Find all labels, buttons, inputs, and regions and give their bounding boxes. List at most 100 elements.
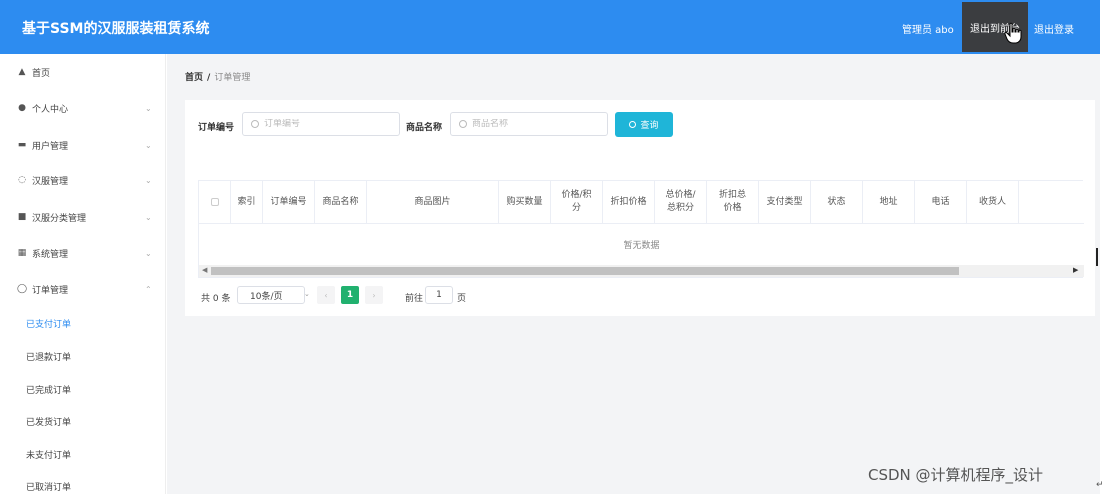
product-name-input[interactable]	[472, 119, 592, 129]
order-no-label: 订单编号	[198, 123, 235, 133]
empty-text: 暂无数据	[623, 240, 660, 251]
select-all-cell	[199, 181, 231, 223]
sidebar-item-profile[interactable]: ● 个人中心 ⌄	[0, 94, 166, 122]
sidebar-item-label: 用户管理	[32, 141, 69, 152]
scroll-left-icon[interactable]: ◀	[202, 266, 207, 274]
sidebar-item-hanfu[interactable]: ◌ 汉服管理 ⌄	[0, 166, 166, 194]
sidebar-item-label: 首页	[32, 68, 51, 79]
col-header: 购买数量	[499, 181, 551, 223]
col-header: 价格/积分	[551, 181, 603, 223]
breadcrumb-home[interactable]: 首页	[185, 73, 203, 83]
breadcrumb-current: 订单管理	[214, 73, 251, 83]
sidebar-item-users[interactable]: ▬ 用户管理 ⌄	[0, 131, 166, 159]
scrollbar-thumb[interactable]	[211, 267, 959, 275]
order-icon: ◯	[16, 284, 28, 294]
window-edge	[1100, 0, 1106, 494]
page-suffix: 页	[457, 294, 467, 304]
chevron-down-icon: ⌄	[304, 290, 310, 298]
col-header: 商品名称	[315, 181, 367, 223]
sidebar-subitem-completed-orders[interactable]: 已完成订单	[0, 376, 166, 402]
prev-page-button[interactable]: ‹	[317, 286, 335, 304]
sidebar-subitem-label: 未支付订单	[26, 450, 72, 461]
horizontal-scrollbar[interactable]: ◀ ▶	[199, 265, 1084, 277]
sidebar-item-label: 汉服管理	[32, 176, 69, 187]
col-header: 商品图片	[367, 181, 499, 223]
sidebar-item-hanfu-category[interactable]: ■ 汉服分类管理 ⌄	[0, 203, 166, 231]
table-header: 索引 订单编号 商品名称 商品图片 购买数量 价格/积分 折扣价格 总价格/总积…	[199, 181, 1084, 224]
col-header: 折扣价格	[603, 181, 655, 223]
sidebar-item-home[interactable]: ▲ 首页	[0, 58, 166, 86]
order-card: 订单编号 商品名称 查询 索引 订单编号 商品名称 商品图片 购买数量 价格/积…	[185, 100, 1095, 316]
next-page-button[interactable]: ›	[365, 286, 383, 304]
sidebar-subitem-unpaid-orders[interactable]: 未支付订单	[0, 441, 166, 467]
users-icon: ▬	[17, 140, 27, 150]
home-icon: ▲	[18, 67, 26, 77]
sidebar-subitem-paid-orders[interactable]: 已支付订单	[0, 310, 166, 336]
top-header: 基于SSM的汉服服装租赁系统 管理员 abo 退出到前台 退出登录	[0, 0, 1100, 54]
admin-label: 管理员 abo	[902, 25, 954, 36]
col-header: 状态	[811, 181, 863, 223]
watermark: CSDN @计算机程序_设计	[868, 466, 1044, 484]
chevron-up-icon: ⌃	[145, 284, 152, 294]
category-icon: ■	[17, 212, 27, 222]
chevron-down-icon: ⌄	[145, 140, 152, 150]
order-no-input[interactable]	[264, 119, 384, 129]
col-header: 订单编号	[263, 181, 315, 223]
hanfu-icon: ◌	[18, 175, 26, 185]
sidebar-item-label: 系统管理	[32, 249, 69, 260]
chevron-down-icon: ⌄	[145, 175, 152, 185]
chevron-down-icon: ⌄	[145, 212, 152, 222]
col-header: 索引	[231, 181, 263, 223]
select-all-checkbox[interactable]	[210, 198, 219, 206]
exit-to-front-button[interactable]: 退出到前台	[962, 2, 1028, 52]
chevron-down-icon: ⌄	[145, 248, 152, 258]
scroll-marker	[1096, 248, 1098, 266]
col-header: 收货人	[967, 181, 1019, 223]
pagination: 共 0 条 10条/页 ⌄ ‹ 1 › 前往 页	[201, 286, 701, 306]
sidebar-item-label: 订单管理	[32, 285, 69, 296]
product-name-label: 商品名称	[406, 123, 443, 133]
scroll-right-icon[interactable]: ▶	[1073, 266, 1078, 274]
col-header: 折扣总价格	[707, 181, 759, 223]
sidebar-subitem-shipped-orders[interactable]: 已发货订单	[0, 408, 166, 434]
page-size-select[interactable]: 10条/页 ⌄	[237, 286, 310, 304]
chevron-down-icon: ⌄	[145, 103, 152, 113]
page-size-value: 10条/页	[250, 291, 283, 302]
query-button[interactable]: 查询	[615, 112, 673, 137]
col-header: 电话	[915, 181, 967, 223]
orders-table: 索引 订单编号 商品名称 商品图片 购买数量 价格/积分 折扣价格 总价格/总积…	[198, 180, 1084, 278]
col-header: 支付类型	[759, 181, 811, 223]
sidebar-subitem-label: 已完成订单	[26, 385, 72, 396]
pagination-total: 共 0 条	[201, 294, 231, 304]
goto-label: 前往	[405, 294, 424, 304]
sidebar-subitem-label: 已退款订单	[26, 352, 72, 363]
col-header: 地址	[863, 181, 915, 223]
sidebar-item-orders[interactable]: ◯ 订单管理 ⌃	[0, 275, 166, 303]
order-no-field[interactable]	[242, 112, 400, 136]
sidebar-subitem-label: 已取消订单	[26, 482, 72, 493]
breadcrumb-separator: /	[207, 73, 211, 83]
user-icon: ●	[18, 103, 26, 113]
return-icon: ↵	[1096, 480, 1104, 490]
logout-button[interactable]: 退出登录	[1034, 21, 1074, 36]
sidebar-item-label: 个人中心	[32, 104, 69, 115]
search-icon	[629, 121, 637, 128]
sidebar-subitem-label: 已支付订单	[26, 319, 72, 330]
app-title: 基于SSM的汉服服装租赁系统	[22, 21, 210, 37]
sidebar-subitem-cancelled-orders[interactable]: 已取消订单	[0, 473, 166, 494]
main-content: 首页 /订单管理 订单编号 商品名称 查询 索引 订单编号 商品名称 商品图片 购…	[167, 54, 1100, 494]
sidebar-item-label: 汉服分类管理	[32, 213, 87, 224]
exit-to-front-label: 退出到前台	[970, 23, 1020, 35]
grid-icon: ▦	[17, 248, 27, 258]
product-name-field[interactable]	[450, 112, 608, 136]
sidebar: ▲ 首页 ● 个人中心 ⌄ ▬ 用户管理 ⌄ ◌ 汉服管理 ⌄ ■ 汉服分类管理…	[0, 54, 166, 494]
search-icon	[459, 120, 467, 128]
sidebar-subitem-label: 已发货订单	[26, 417, 72, 428]
goto-page-input[interactable]	[425, 286, 453, 304]
query-button-label: 查询	[640, 121, 659, 131]
sidebar-subitem-refunded-orders[interactable]: 已退款订单	[0, 343, 166, 369]
sidebar-item-system[interactable]: ▦ 系统管理 ⌄	[0, 239, 166, 267]
page-number-button[interactable]: 1	[341, 286, 359, 304]
col-header: 总价格/总积分	[655, 181, 707, 223]
breadcrumb: 首页 / 订单管理	[185, 70, 250, 83]
